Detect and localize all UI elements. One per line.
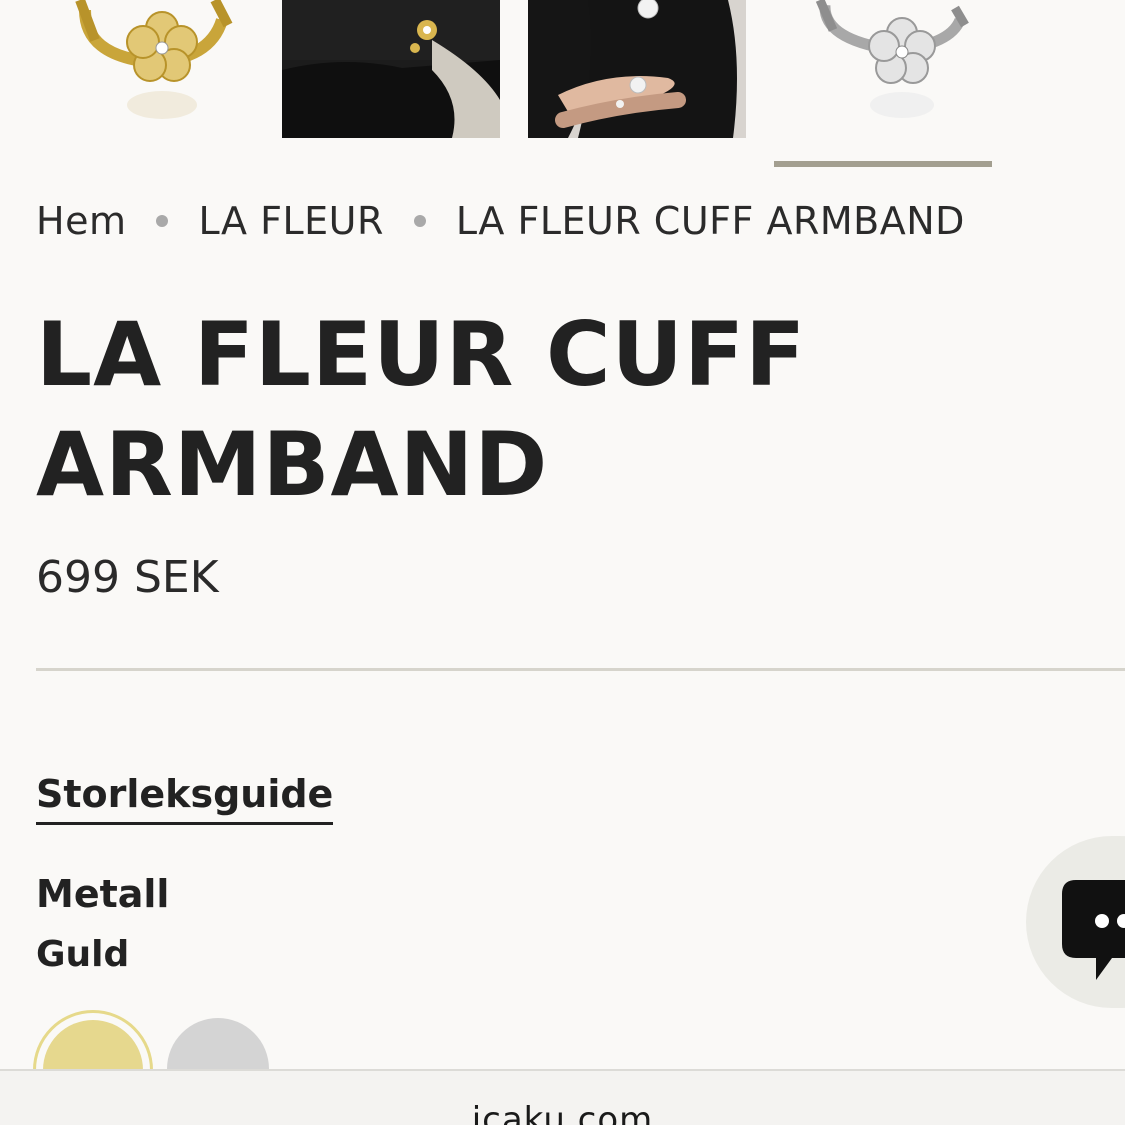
thumbnail-gold-cuff[interactable] — [40, 0, 270, 138]
thumbnail-lifestyle-1[interactable] — [282, 0, 500, 138]
product-title: LA FLEUR CUFF ARMBAND — [36, 303, 807, 516]
thumbnail-gallery — [0, 0, 1125, 170]
metal-option-label: Metall — [36, 872, 170, 916]
thumbnail-lifestyle-2[interactable] — [528, 0, 746, 138]
silver-cuff-icon — [775, 0, 991, 138]
breadcrumb-separator — [413, 215, 426, 227]
breadcrumb-home[interactable]: Hem — [36, 199, 126, 243]
product-price: 699 SEK — [36, 552, 219, 603]
breadcrumb: Hem LA FLEUR LA FLEUR CUFF ARMBAND — [36, 196, 965, 246]
breadcrumb-separator — [156, 215, 169, 227]
browser-url[interactable]: icaku.com — [0, 1100, 1125, 1125]
photo-icon — [528, 0, 746, 138]
chat-icon — [1062, 880, 1125, 980]
breadcrumb-collection[interactable]: LA FLEUR — [198, 199, 383, 243]
metal-selected-value: Guld — [36, 934, 130, 975]
photo-icon — [282, 0, 500, 138]
active-thumbnail-indicator — [774, 161, 992, 167]
breadcrumb-current: LA FLEUR CUFF ARMBAND — [455, 199, 965, 243]
thumbnail-silver-cuff[interactable] — [775, 0, 991, 138]
product-page: Hem LA FLEUR LA FLEUR CUFF ARMBAND LA FL… — [0, 0, 1125, 1125]
size-guide-link[interactable]: Storleksguide — [36, 772, 334, 825]
divider — [36, 668, 1125, 671]
gold-cuff-icon — [40, 0, 270, 138]
